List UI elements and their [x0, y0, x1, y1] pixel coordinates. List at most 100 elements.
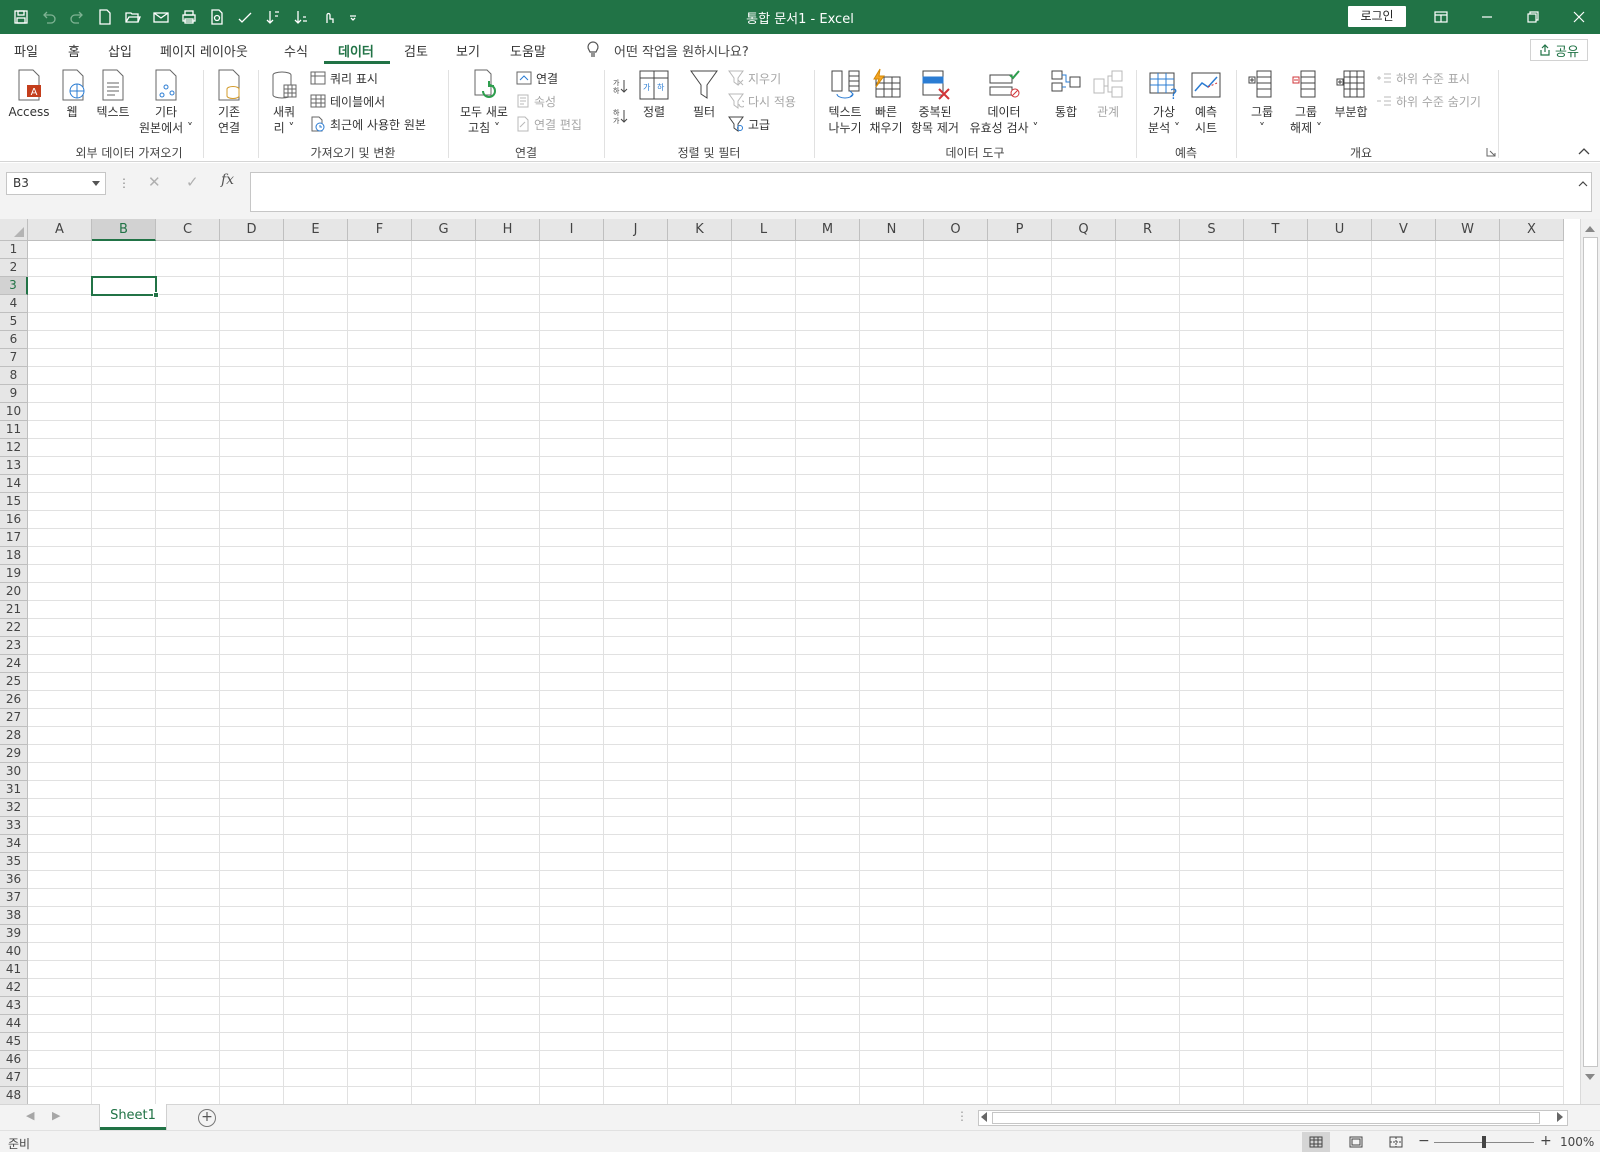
reapply-button[interactable]: 다시 적용 [728, 91, 796, 111]
collapse-ribbon-icon[interactable] [1578, 144, 1590, 158]
column-header-e[interactable]: E [284, 219, 348, 241]
row-header-19[interactable]: 19 [0, 565, 28, 583]
column-header-a[interactable]: A [28, 219, 92, 241]
row-header-44[interactable]: 44 [0, 1015, 28, 1033]
row-header-2[interactable]: 2 [0, 259, 28, 277]
formula-bar-grip-icon[interactable]: ⋮ [118, 176, 130, 190]
ribbon-display-options-icon[interactable] [1418, 0, 1464, 34]
vertical-scroll-thumb[interactable] [1583, 237, 1598, 1067]
lightbulb-icon[interactable] [586, 40, 600, 61]
row-header-42[interactable]: 42 [0, 979, 28, 997]
row-header-23[interactable]: 23 [0, 637, 28, 655]
row-header-38[interactable]: 38 [0, 907, 28, 925]
dialog-launcher-icon[interactable] [1486, 146, 1496, 160]
flash-fill-button[interactable]: 빠른 채우기 [866, 68, 906, 136]
relationships-button[interactable]: 관계 [1090, 68, 1126, 120]
row-header-15[interactable]: 15 [0, 493, 28, 511]
sort-descending-icon[interactable] [290, 6, 312, 28]
row-header-30[interactable]: 30 [0, 763, 28, 781]
hide-detail-button[interactable]: 하위 수준 숨기기 [1376, 91, 1481, 111]
row-header-13[interactable]: 13 [0, 457, 28, 475]
column-header-k[interactable]: K [668, 219, 732, 241]
edit-links-button[interactable]: 연결 편집 [516, 114, 582, 134]
select-all-corner[interactable] [0, 219, 28, 241]
row-header-28[interactable]: 28 [0, 727, 28, 745]
page-layout-view-icon[interactable] [1342, 1132, 1370, 1152]
row-header-18[interactable]: 18 [0, 547, 28, 565]
row-header-36[interactable]: 36 [0, 871, 28, 889]
tab-data[interactable]: 데이터 [338, 41, 374, 60]
scroll-up-icon[interactable] [1584, 223, 1596, 237]
row-header-47[interactable]: 47 [0, 1069, 28, 1087]
web-button[interactable]: 웹 [56, 68, 88, 120]
row-header-39[interactable]: 39 [0, 925, 28, 943]
name-box-dropdown-icon[interactable] [92, 181, 100, 186]
tab-split-grip-icon[interactable]: ⋮ [956, 1109, 968, 1123]
add-sheet-icon[interactable]: + [198, 1109, 216, 1127]
name-box[interactable]: B3 [6, 172, 106, 195]
column-header-q[interactable]: Q [1052, 219, 1116, 241]
other-sources-button[interactable]: 기타 원본에서 ˅ [136, 68, 196, 136]
access-button[interactable]: A Access [8, 68, 50, 120]
column-header-g[interactable]: G [412, 219, 476, 241]
row-header-37[interactable]: 37 [0, 889, 28, 907]
zoom-in-icon[interactable]: + [1540, 1133, 1552, 1149]
tab-page-layout[interactable]: 페이지 레이아웃 [160, 41, 248, 60]
consolidate-button[interactable]: 통합 [1048, 68, 1084, 120]
restore-icon[interactable] [1510, 0, 1556, 34]
tab-review[interactable]: 검토 [404, 41, 428, 60]
normal-view-icon[interactable] [1302, 1132, 1330, 1152]
cancel-entry-icon[interactable]: ✕ [148, 173, 161, 191]
sort-button[interactable]: 가하 정렬 [636, 68, 672, 120]
row-header-17[interactable]: 17 [0, 529, 28, 547]
from-table-button[interactable]: 테이블에서 [310, 91, 385, 111]
advanced-filter-button[interactable]: 고급 [728, 114, 770, 134]
data-validation-button[interactable]: 데이터 유효성 검사 ˅ [964, 68, 1044, 136]
sort-ascending-icon[interactable] [262, 6, 284, 28]
spelling-icon[interactable] [234, 6, 256, 28]
column-header-r[interactable]: R [1116, 219, 1180, 241]
fill-handle[interactable] [153, 292, 159, 298]
column-header-h[interactable]: H [476, 219, 540, 241]
tab-file[interactable]: 파일 [14, 41, 38, 60]
undo-icon[interactable] [38, 6, 60, 28]
row-header-41[interactable]: 41 [0, 961, 28, 979]
tab-formulas[interactable]: 수식 [284, 41, 308, 60]
column-header-j[interactable]: J [604, 219, 668, 241]
quick-print-icon[interactable] [178, 6, 200, 28]
row-header-11[interactable]: 11 [0, 421, 28, 439]
zoom-out-icon[interactable]: − [1418, 1133, 1430, 1149]
tab-insert[interactable]: 삽입 [108, 41, 132, 60]
column-header-m[interactable]: M [796, 219, 860, 241]
confirm-entry-icon[interactable]: ✓ [186, 173, 199, 191]
clear-filter-button[interactable]: 지우기 [728, 68, 781, 88]
what-if-analysis-button[interactable]: ? 가상 분석 ˅ [1144, 68, 1184, 136]
recent-sources-button[interactable]: 최근에 사용한 원본 [310, 114, 426, 134]
row-header-45[interactable]: 45 [0, 1033, 28, 1051]
sort-z-a-button[interactable]: 하가 [612, 106, 630, 126]
row-header-34[interactable]: 34 [0, 835, 28, 853]
column-header-p[interactable]: P [988, 219, 1052, 241]
row-header-32[interactable]: 32 [0, 799, 28, 817]
active-cell-selection[interactable] [91, 276, 157, 296]
column-header-d[interactable]: D [220, 219, 284, 241]
sort-a-z-button[interactable]: 가하 [612, 76, 630, 96]
column-header-u[interactable]: U [1308, 219, 1372, 241]
worksheet-grid[interactable]: ABCDEFGHIJKLMNOPQRSTUVWX 1 2 3 4 5 6 7 8 9 10 11 12… [0, 219, 1600, 1104]
row-header-9[interactable]: 9 [0, 385, 28, 403]
open-folder-icon[interactable] [122, 6, 144, 28]
horizontal-scroll-thumb[interactable] [992, 1112, 1540, 1124]
row-header-14[interactable]: 14 [0, 475, 28, 493]
remove-duplicates-button[interactable]: 중복된 항목 제거 [906, 68, 964, 136]
save-icon[interactable] [10, 6, 32, 28]
group-button[interactable]: 그룹 ˅ [1244, 68, 1280, 136]
scroll-down-icon[interactable] [1584, 1071, 1596, 1085]
tab-view[interactable]: 보기 [456, 41, 480, 60]
text-to-columns-button[interactable]: 텍스트 나누기 [822, 68, 868, 136]
row-header-20[interactable]: 20 [0, 583, 28, 601]
row-header-27[interactable]: 27 [0, 709, 28, 727]
column-header-l[interactable]: L [732, 219, 796, 241]
customize-toolbar-icon[interactable] [346, 6, 360, 28]
row-header-24[interactable]: 24 [0, 655, 28, 673]
show-detail-button[interactable]: 하위 수준 표시 [1376, 68, 1470, 88]
